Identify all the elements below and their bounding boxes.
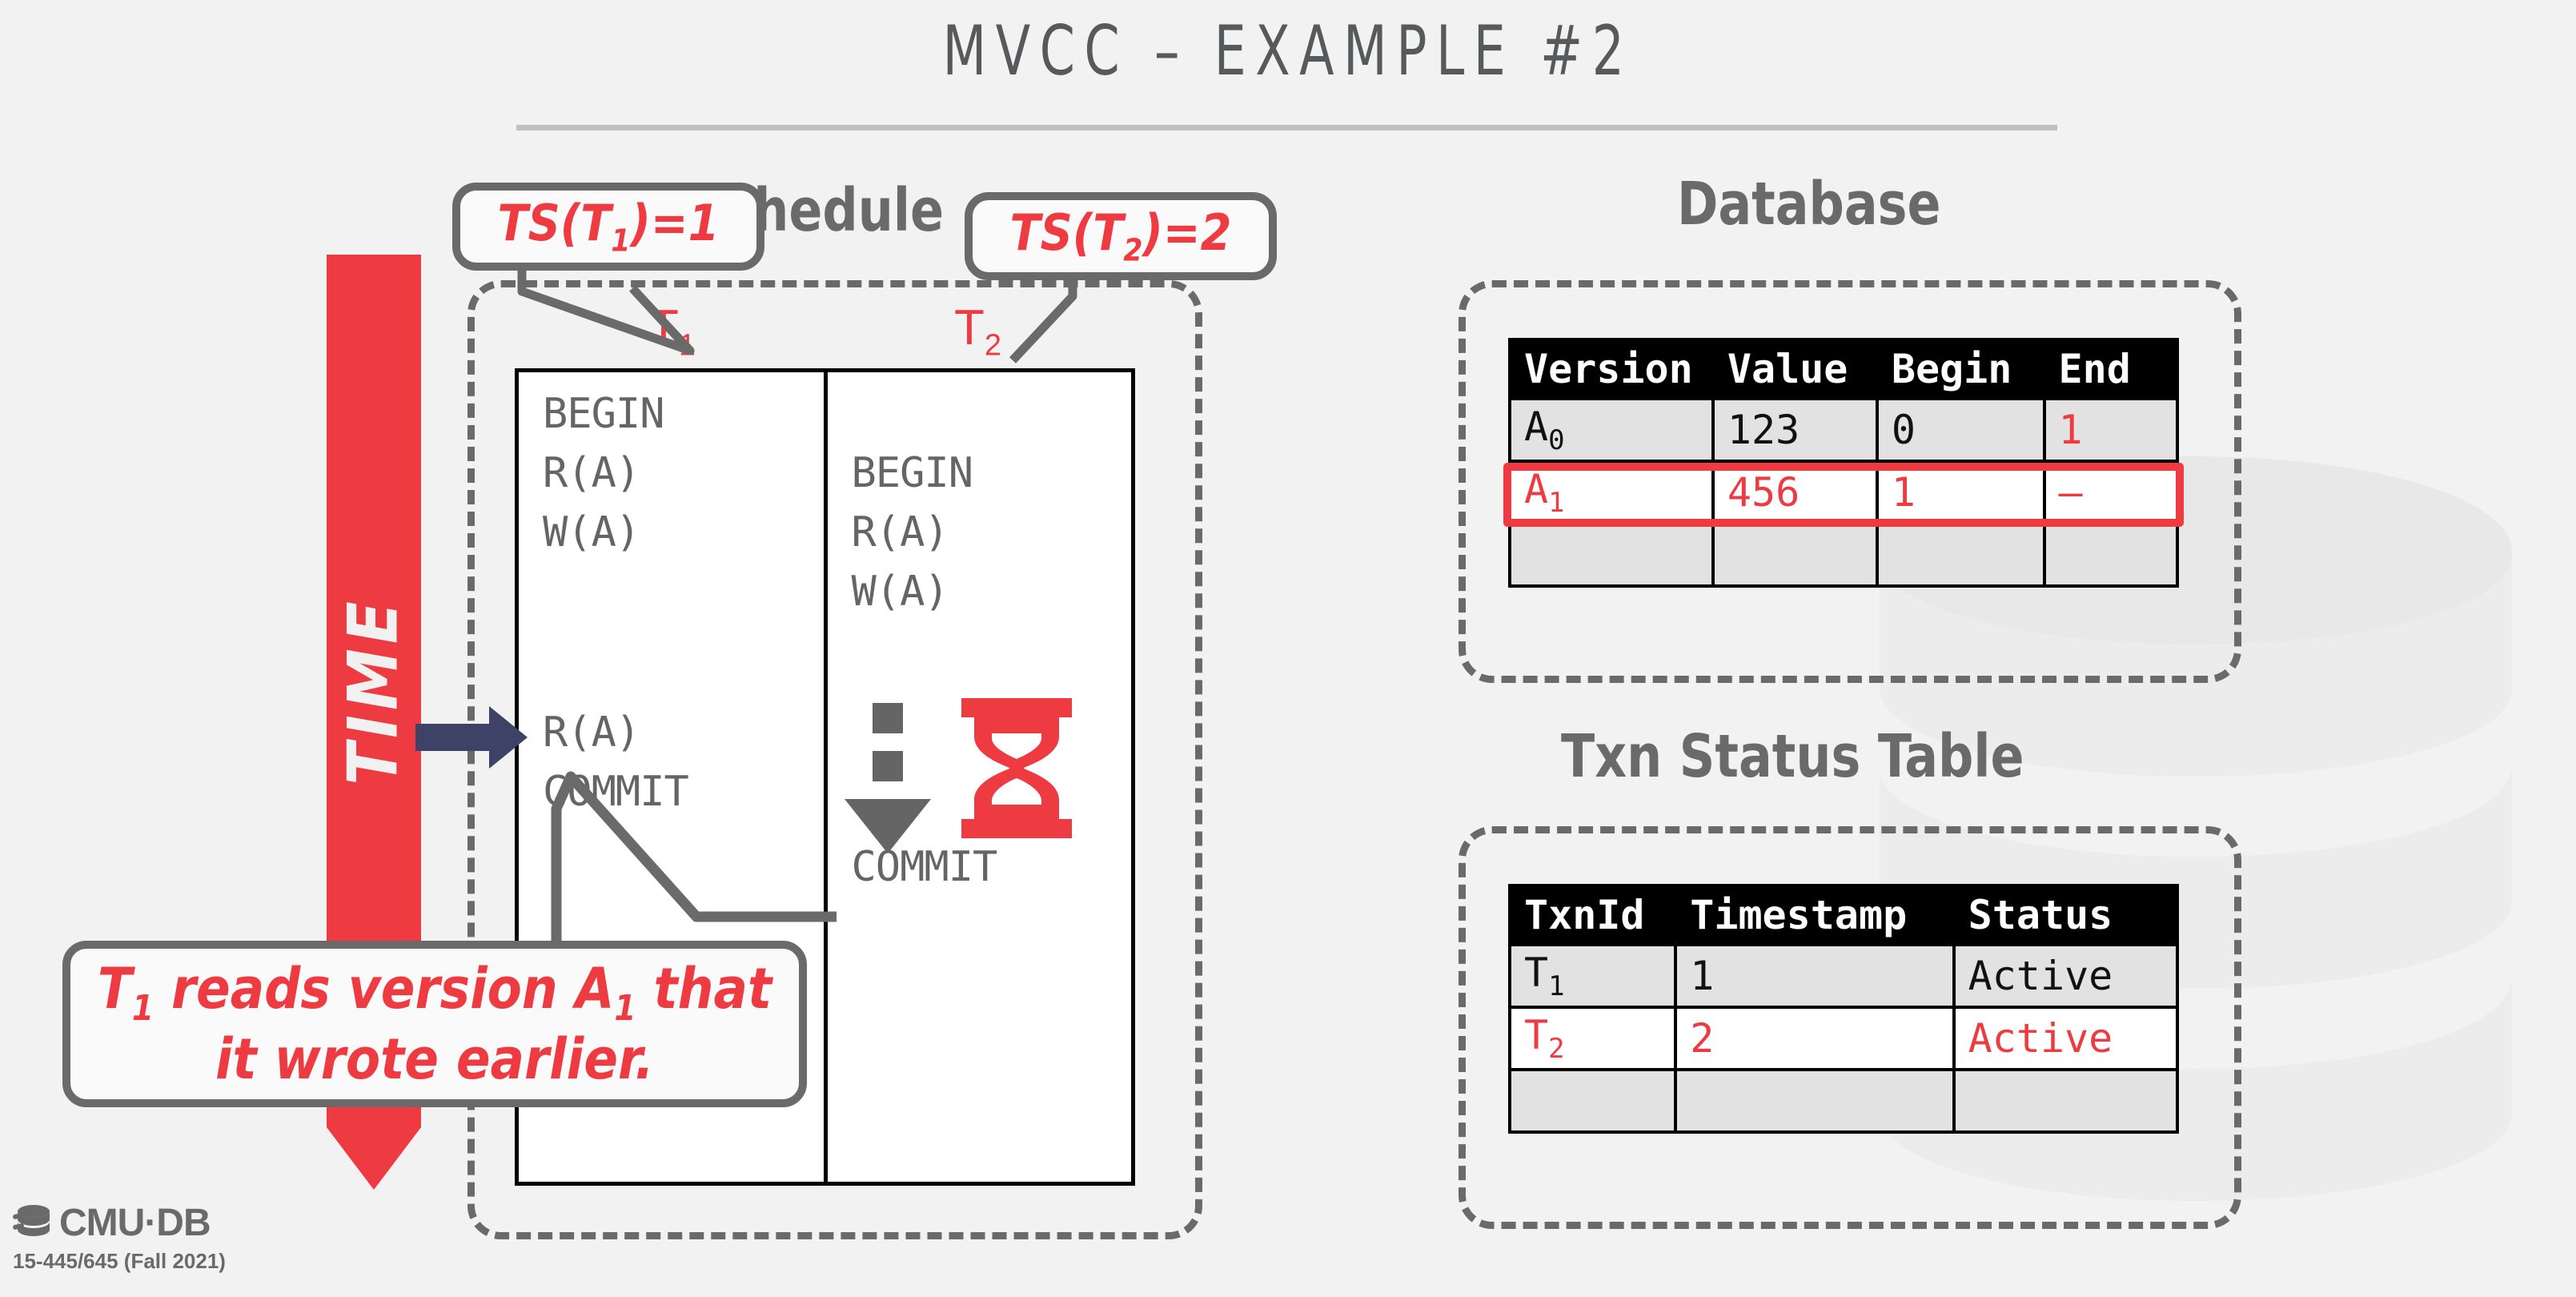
page-title: MVCC – EXAMPLE #2 <box>942 11 1634 91</box>
time-axis-arrowhead <box>327 1127 421 1190</box>
callout-ts1: TS(T1)=1 <box>452 183 764 271</box>
db-r0-end: 1 <box>2042 397 2180 463</box>
txn-r1-status: Active <box>1952 1006 2180 1071</box>
db-r2-end <box>2042 522 2180 588</box>
footer-logo: CMU·DB <box>13 1201 211 1245</box>
txn-r1-id: T2 <box>1507 1006 1678 1071</box>
callout-ts2-text: TS(T2)=2 <box>1009 203 1232 269</box>
database-table: Version Value Begin End A0 123 0 1 A1 45… <box>1508 338 2180 588</box>
db-r1-end: – <box>2042 460 2180 525</box>
callout-note-text: T1 reads version A1 that it wrote earlier… <box>97 955 772 1093</box>
txn-status-table-heading: Txn Status Table <box>1561 722 2024 791</box>
callout-ts2: TS(T2)=2 <box>965 192 1277 280</box>
txn-col-timestamp: Timestamp <box>1674 884 1956 945</box>
db-r0-begin: 0 <box>1875 397 2046 463</box>
t1-op-write: W(A) <box>543 508 640 556</box>
hourglass-icon <box>961 698 1072 838</box>
txn-status-table-header-row: TxnId Timestamp Status <box>1507 884 2180 945</box>
db-col-version: Version <box>1508 338 1715 399</box>
txn-col-status: Status <box>1952 884 2180 945</box>
callout-ts1-text: TS(T1)=1 <box>497 194 720 259</box>
txn-r0-timestamp: 1 <box>1674 943 1956 1009</box>
db-r0-value: 123 <box>1711 397 1879 463</box>
txn-r2-status <box>1952 1068 2180 1134</box>
txn-r2-id <box>1507 1068 1678 1134</box>
t1-op-begin: BEGIN <box>543 390 665 438</box>
db-col-begin: Begin <box>1875 338 2046 399</box>
table-row: A1 456 1 – <box>1508 460 2180 525</box>
table-row: T1 1 Active <box>1507 943 2180 1009</box>
txn-r2-timestamp <box>1674 1068 1956 1134</box>
schedule-column-label-t2: T2 <box>954 300 1002 363</box>
footer-logo-text: CMU·DB <box>59 1202 211 1244</box>
title-divider <box>516 125 2057 131</box>
database-heading: Database <box>1677 170 1941 239</box>
callout-ts2-tail <box>1009 272 1197 363</box>
callout-ts1-tail <box>517 266 695 355</box>
txn-r0-status: Active <box>1952 943 2180 1009</box>
t1-op-read: R(A) <box>543 449 640 497</box>
t2-op-begin: BEGIN <box>851 449 974 497</box>
table-row <box>1508 522 2180 588</box>
footer-course-label: 15-445/645 (Fall 2021) <box>13 1249 226 1273</box>
db-r0-version: A0 <box>1508 397 1715 463</box>
db-col-value: Value <box>1711 338 1879 399</box>
t1-op-read-2: R(A) <box>543 709 640 757</box>
t2-op-write: W(A) <box>851 568 949 616</box>
txn-r0-id: T1 <box>1507 943 1678 1009</box>
t2-op-read: R(A) <box>851 508 949 556</box>
table-row: A0 123 0 1 <box>1508 397 2180 463</box>
db-r2-begin <box>1875 522 2046 588</box>
database-cylinder-icon <box>13 1204 50 1236</box>
db-r2-version <box>1508 522 1715 588</box>
txn-status-table: TxnId Timestamp Status T1 1 Active T2 2 … <box>1507 884 2180 1134</box>
db-r2-value <box>1711 522 1879 588</box>
db-r1-version: A1 <box>1508 460 1715 525</box>
db-r1-begin: 1 <box>1875 460 2046 525</box>
callout-note-tail <box>551 771 837 953</box>
db-col-end: End <box>2042 338 2180 399</box>
db-r1-value: 456 <box>1711 460 1879 525</box>
time-axis-label: TIME <box>334 596 414 785</box>
callout-read-own-write: T1 reads version A1 that it wrote earlier… <box>62 941 807 1107</box>
txn-col-txnid: TxnId <box>1507 884 1678 945</box>
table-row <box>1507 1068 2180 1134</box>
database-table-header-row: Version Value Begin End <box>1508 338 2180 399</box>
navy-right-arrow-icon <box>415 706 528 769</box>
wait-dotted-arrow-icon <box>845 703 931 853</box>
table-row: T2 2 Active <box>1507 1006 2180 1071</box>
txn-r1-timestamp: 2 <box>1674 1006 1956 1071</box>
